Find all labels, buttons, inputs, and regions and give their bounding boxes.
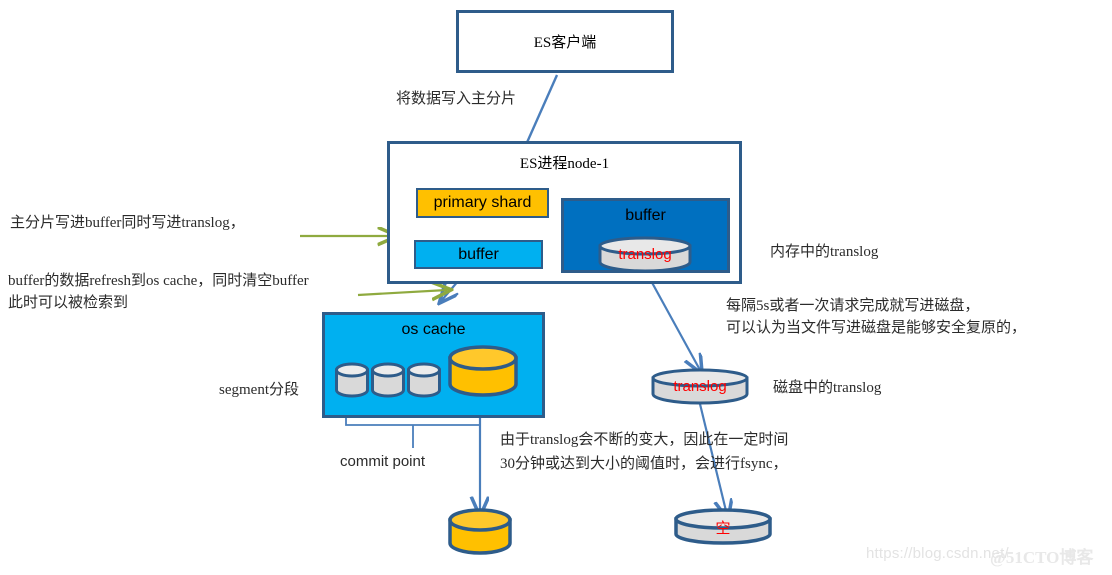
segment-cylinder-3[interactable] xyxy=(406,362,442,398)
buffer-light-box[interactable]: buffer xyxy=(414,240,543,269)
disk-gold-cylinder[interactable] xyxy=(447,508,513,556)
annotation-memory-translog: 内存中的translog xyxy=(770,244,879,260)
os-cache-gold-cylinder[interactable] xyxy=(447,345,519,399)
annotation-refresh-line2: 此时可以被检索到 xyxy=(8,295,129,311)
annotation-segment: segment分段 xyxy=(219,382,299,398)
os-cache-label: os cache xyxy=(401,321,466,338)
segment-cylinder-2[interactable] xyxy=(370,362,406,398)
arrow-green-refresh xyxy=(357,290,447,295)
es-client-label: ES客户端 xyxy=(533,35,597,51)
buffer-dark-label: buffer xyxy=(625,207,666,224)
annotation-refresh-line1: buffer的数据refresh到os cache，同时清空buffer xyxy=(8,273,309,289)
es-process-label: ES进程node-1 xyxy=(519,156,610,172)
annotation-translog-grow-line2: 30分钟或达到大小的阈值时，会进行fsync， xyxy=(500,456,788,472)
annotation-translog-grow-line1: 由于translog会不断的变大，因此在一定时间 xyxy=(500,432,789,448)
diagram-canvas: ES客户端 将数据写入主分片 ES进程node-1 primary shard … xyxy=(0,0,1112,575)
annotation-disk-translog: 磁盘中的translog xyxy=(773,380,882,396)
translog-memory-cylinder[interactable]: translog xyxy=(597,236,693,273)
disk-empty-cylinder[interactable]: 空 xyxy=(673,508,773,546)
annotation-write-to-primary: 将数据写入主分片 xyxy=(396,91,517,107)
translog-disk-cylinder[interactable]: translog xyxy=(650,368,750,405)
annotation-fsync-line2: 可以认为当文件写进磁盘是能够安全复原的， xyxy=(726,320,1027,336)
buffer-light-label: buffer xyxy=(458,245,499,263)
primary-shard-box[interactable]: primary shard xyxy=(416,188,549,218)
annotation-fsync-line1: 每隔5s或者一次请求完成就写进磁盘， xyxy=(726,298,980,314)
annotation-commit-point: commit point xyxy=(340,453,426,470)
es-client-box[interactable]: ES客户端 xyxy=(456,10,674,73)
watermark-url: https://blog.csdn.net/ xyxy=(866,545,1009,562)
segment-cylinder-1[interactable] xyxy=(334,362,370,398)
annotation-primary-write: 主分片写进buffer同时写进translog， xyxy=(10,215,245,231)
primary-shard-label: primary shard xyxy=(433,194,532,211)
watermark-brand: @51CTO博客 xyxy=(990,548,1094,567)
